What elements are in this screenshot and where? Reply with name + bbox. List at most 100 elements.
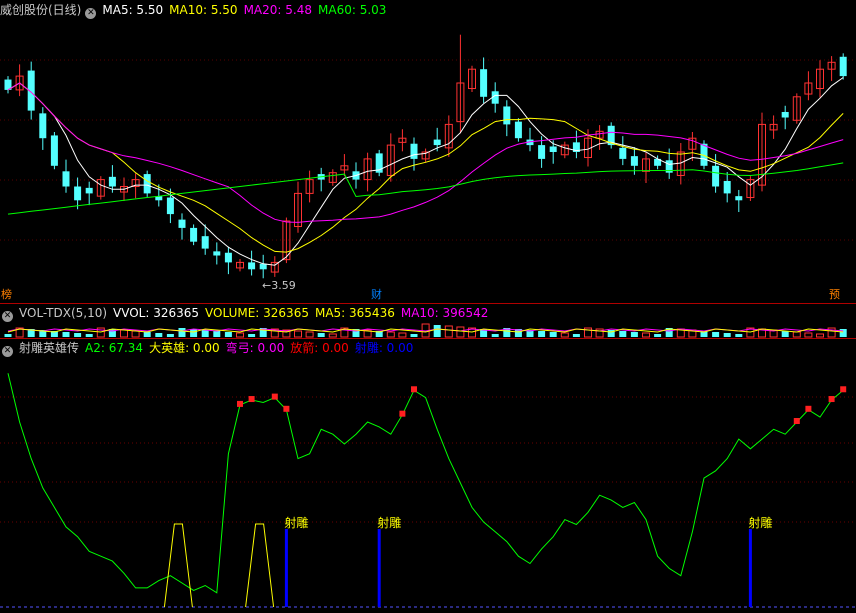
volume-bar <box>491 334 499 337</box>
candle-down <box>248 262 256 270</box>
candle-down <box>538 145 546 159</box>
settings-circle-icon[interactable]: ✕ <box>2 311 13 322</box>
volume-indicators: VVOL: 326365 VOLUME: 326365 MA5: 365436 MA1… <box>113 306 494 320</box>
peak-marker <box>411 386 417 393</box>
ma-indicators: MA5: 5.50 MA10: 5.50 MA20: 5.48 MA60: 5.03 <box>102 3 392 17</box>
volume-bar <box>155 333 163 337</box>
peak-marker <box>828 396 835 403</box>
vol-label-2: MA5: 365436 <box>314 306 395 320</box>
peak-marker <box>237 400 243 407</box>
ind-label-1: 大英雄: 0.00 <box>149 341 220 355</box>
ma-label-1: MA10: 5.50 <box>169 3 238 17</box>
candle-down <box>143 174 151 194</box>
indicator-header: ✕ 射雕英雄传 A2: 67.34 大英雄: 0.00 弯弓: 0.00 放箭: 0.00… <box>0 339 425 357</box>
peak-marker <box>271 393 278 400</box>
volume-bar <box>781 331 789 337</box>
signal-label: 射雕 <box>377 515 401 530</box>
candle-down <box>50 135 58 166</box>
volume-bar <box>712 332 720 337</box>
volume-bar <box>560 332 569 338</box>
yellow-triangle <box>163 523 193 608</box>
candle-down <box>213 251 221 256</box>
volume-bar <box>328 333 337 338</box>
volume-bar <box>4 334 12 337</box>
event-marker-rank[interactable]: 榜 <box>0 288 13 301</box>
volume-bar <box>305 331 314 338</box>
peak-marker <box>399 410 406 417</box>
price-header: 威创股份(日线) ✕ MA5: 5.50 MA10: 5.50 MA20: 5.48 MA… <box>0 1 398 19</box>
settings-circle-icon[interactable]: ✕ <box>85 8 97 19</box>
volume-bar <box>201 330 209 337</box>
volume-bar <box>433 325 441 337</box>
volume-bar <box>213 331 221 337</box>
settings-circle-icon[interactable]: ✕ <box>2 346 13 357</box>
candle-down <box>259 263 267 270</box>
volume-bar <box>792 331 801 338</box>
volume-bar <box>166 334 174 337</box>
peak-marker <box>248 396 255 403</box>
event-marker-finance[interactable]: 财 <box>370 288 383 301</box>
volume-bar <box>735 334 743 337</box>
volume-bar <box>236 332 244 338</box>
volume-bar <box>630 332 638 337</box>
volume-pane[interactable]: ✕ VOL-TDX(5,10) VVOL: 326365 VOLUME: 326365… <box>0 304 856 338</box>
candle-down <box>480 69 488 97</box>
candle-down <box>712 165 720 187</box>
volume-bar <box>85 334 93 337</box>
candle-down <box>74 186 82 201</box>
volume-bar <box>398 332 407 338</box>
candle-down <box>224 252 232 263</box>
candle-down <box>178 219 186 228</box>
volume-bar <box>816 333 824 338</box>
price-chart[interactable] <box>0 0 856 303</box>
candle-down <box>433 139 441 146</box>
candle-down <box>735 196 743 201</box>
candle-down <box>190 227 198 242</box>
volume-bar <box>120 329 128 338</box>
peak-marker <box>805 405 812 412</box>
ind-label-4: 射雕: 0.00 <box>354 341 414 355</box>
volume-bar <box>619 331 627 337</box>
signal-label: 射雕 <box>748 515 772 530</box>
candle-down <box>549 146 557 152</box>
volume-bar <box>723 333 731 337</box>
indicator-values: A2: 67.34 大英雄: 0.00 弯弓: 0.00 放箭: 0.00 射雕: 0.… <box>85 341 419 355</box>
volume-header: ✕ VOL-TDX(5,10) VVOL: 326365 VOLUME: 326365… <box>0 304 500 322</box>
volume-bar <box>654 334 662 337</box>
indicator-pane[interactable]: ✕ 射雕英雄传 A2: 67.34 大英雄: 0.00 弯弓: 0.00 放箭: 0.00… <box>0 339 856 613</box>
signal-label: 射雕 <box>284 515 308 530</box>
volume-bar <box>410 334 418 337</box>
event-marker-forecast[interactable]: 预 <box>828 288 841 301</box>
volume-bar <box>386 331 395 338</box>
candle-down <box>166 197 174 215</box>
vol-label-0: VVOL: 326365 <box>113 306 200 320</box>
peak-marker <box>283 405 290 412</box>
volume-bar <box>444 325 453 338</box>
candle-down <box>62 171 70 187</box>
candle-down <box>619 147 627 159</box>
volume-bar <box>190 329 198 337</box>
price-pane[interactable]: 威创股份(日线) ✕ MA5: 5.50 MA10: 5.50 MA20: 5.48 MA… <box>0 0 856 303</box>
volume-bar <box>572 334 580 337</box>
candle-down <box>630 156 638 166</box>
candle-down <box>201 236 209 249</box>
volume-bar <box>224 332 232 337</box>
ind-label-3: 放箭: 0.00 <box>290 341 349 355</box>
candle-down <box>85 187 93 194</box>
peak-marker <box>840 386 847 393</box>
volume-bar <box>549 332 557 337</box>
volume-bar <box>248 334 256 337</box>
indicator-chart[interactable]: 射雕 射雕 射雕 <box>0 339 856 613</box>
volume-title: VOL-TDX(5,10) <box>19 306 108 320</box>
candle-down <box>503 106 511 125</box>
candle-down <box>108 176 116 187</box>
ma-label-0: MA5: 5.50 <box>102 3 164 17</box>
candle-down <box>514 121 522 139</box>
volume-bar <box>178 328 186 337</box>
candle-down <box>39 113 47 139</box>
yellow-triangle <box>245 523 275 608</box>
volume-bar <box>131 330 140 338</box>
volume-bar <box>294 330 302 338</box>
volume-bar <box>143 332 151 337</box>
candle-down <box>723 180 731 194</box>
